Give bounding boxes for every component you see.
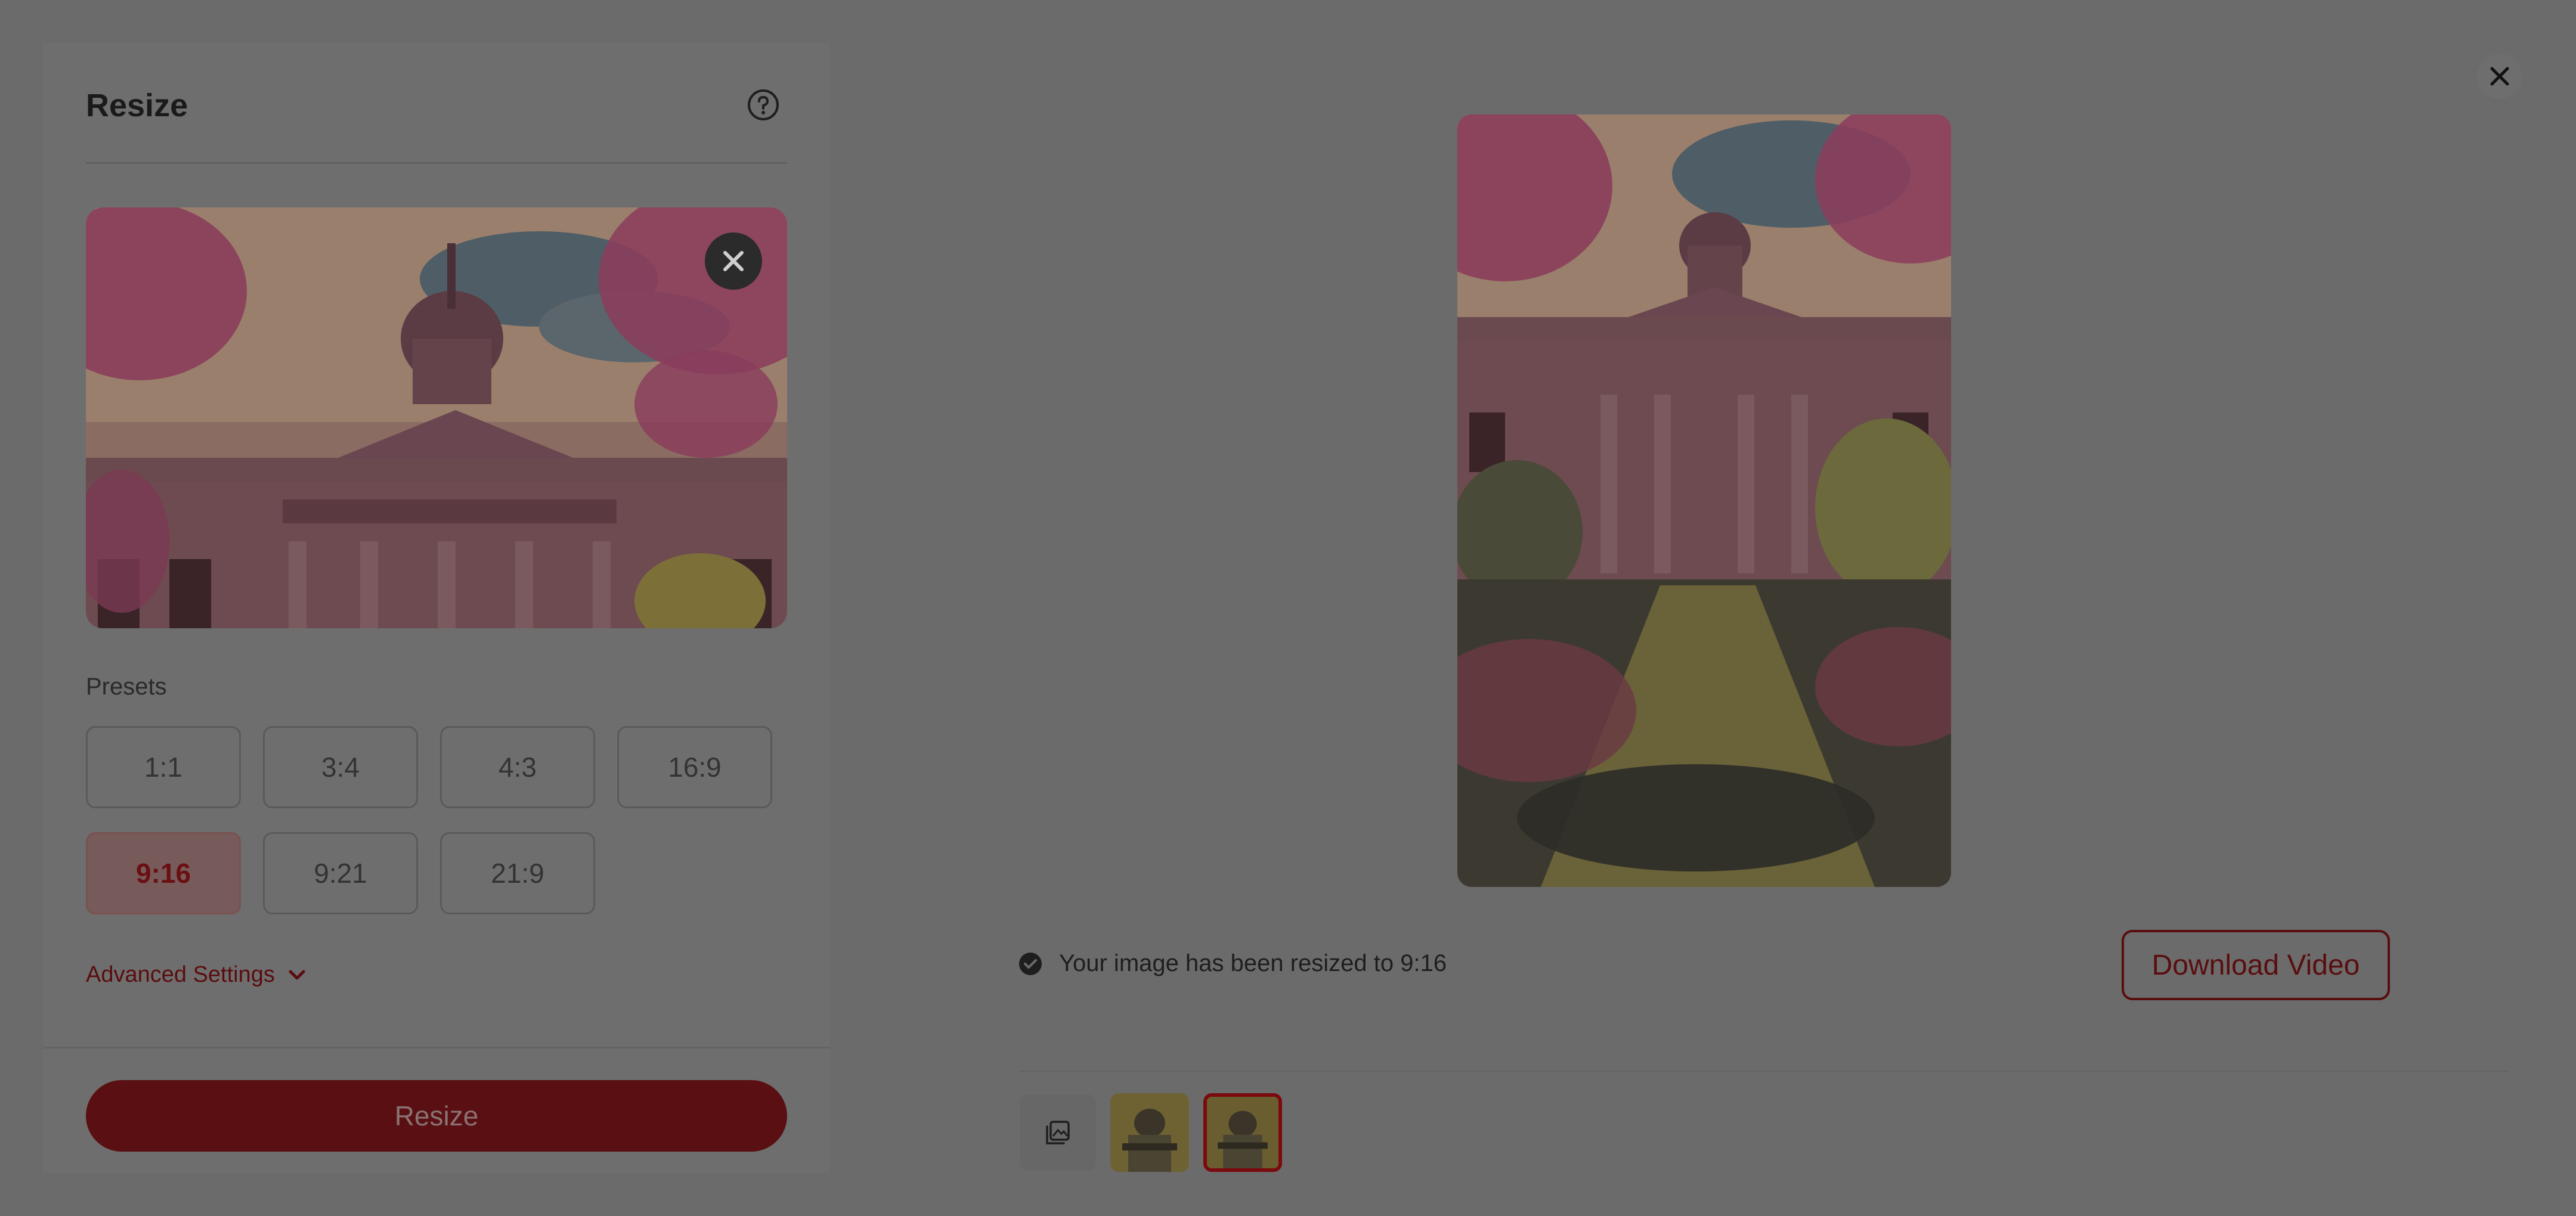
gallery-divider xyxy=(1018,1071,2509,1072)
thumbnail-image xyxy=(1110,1093,1189,1172)
chevron-down-icon xyxy=(289,970,305,979)
panel-title: Resize xyxy=(86,88,188,123)
panel-footer-divider xyxy=(43,1047,830,1049)
status-text: Your image has been resized to 9:16 xyxy=(1059,950,1447,976)
resize-status: Your image has been resized to 9:16 xyxy=(1018,950,1447,977)
close-button[interactable] xyxy=(2477,54,2522,99)
result-illustration xyxy=(1457,114,1951,887)
remove-image-button[interactable] xyxy=(705,232,762,290)
preset-9-21[interactable]: 9:21 xyxy=(263,832,418,914)
close-icon xyxy=(2490,67,2509,86)
preset-21-9[interactable]: 21:9 xyxy=(440,832,595,914)
advanced-settings-label: Advanced Settings xyxy=(86,962,275,987)
resized-image xyxy=(1457,114,1951,887)
gallery-button[interactable] xyxy=(1020,1094,1096,1171)
preset-9-16[interactable]: 9:16 xyxy=(86,832,241,914)
panel-divider xyxy=(86,162,787,164)
download-video-button[interactable]: Download Video xyxy=(2122,930,2390,1000)
preset-3-4[interactable]: 3:4 xyxy=(263,726,418,808)
history-thumbnail-selected[interactable] xyxy=(1203,1093,1282,1172)
resize-button[interactable]: Resize xyxy=(86,1080,787,1152)
source-illustration xyxy=(86,207,787,628)
preset-4-3[interactable]: 4:3 xyxy=(440,726,595,808)
close-icon xyxy=(723,251,744,271)
check-circle-icon xyxy=(1019,952,1042,975)
history-thumbnail[interactable] xyxy=(1110,1093,1189,1172)
source-image-preview xyxy=(86,207,787,628)
advanced-settings-toggle[interactable]: Advanced Settings xyxy=(86,962,306,988)
preset-16-9[interactable]: 16:9 xyxy=(617,726,772,808)
thumbnail-image xyxy=(1207,1097,1278,1168)
gallery-icon xyxy=(1046,1121,1070,1144)
presets-label: Presets xyxy=(86,674,167,700)
preset-1-1[interactable]: 1:1 xyxy=(86,726,241,808)
help-circle-icon[interactable] xyxy=(747,88,780,122)
